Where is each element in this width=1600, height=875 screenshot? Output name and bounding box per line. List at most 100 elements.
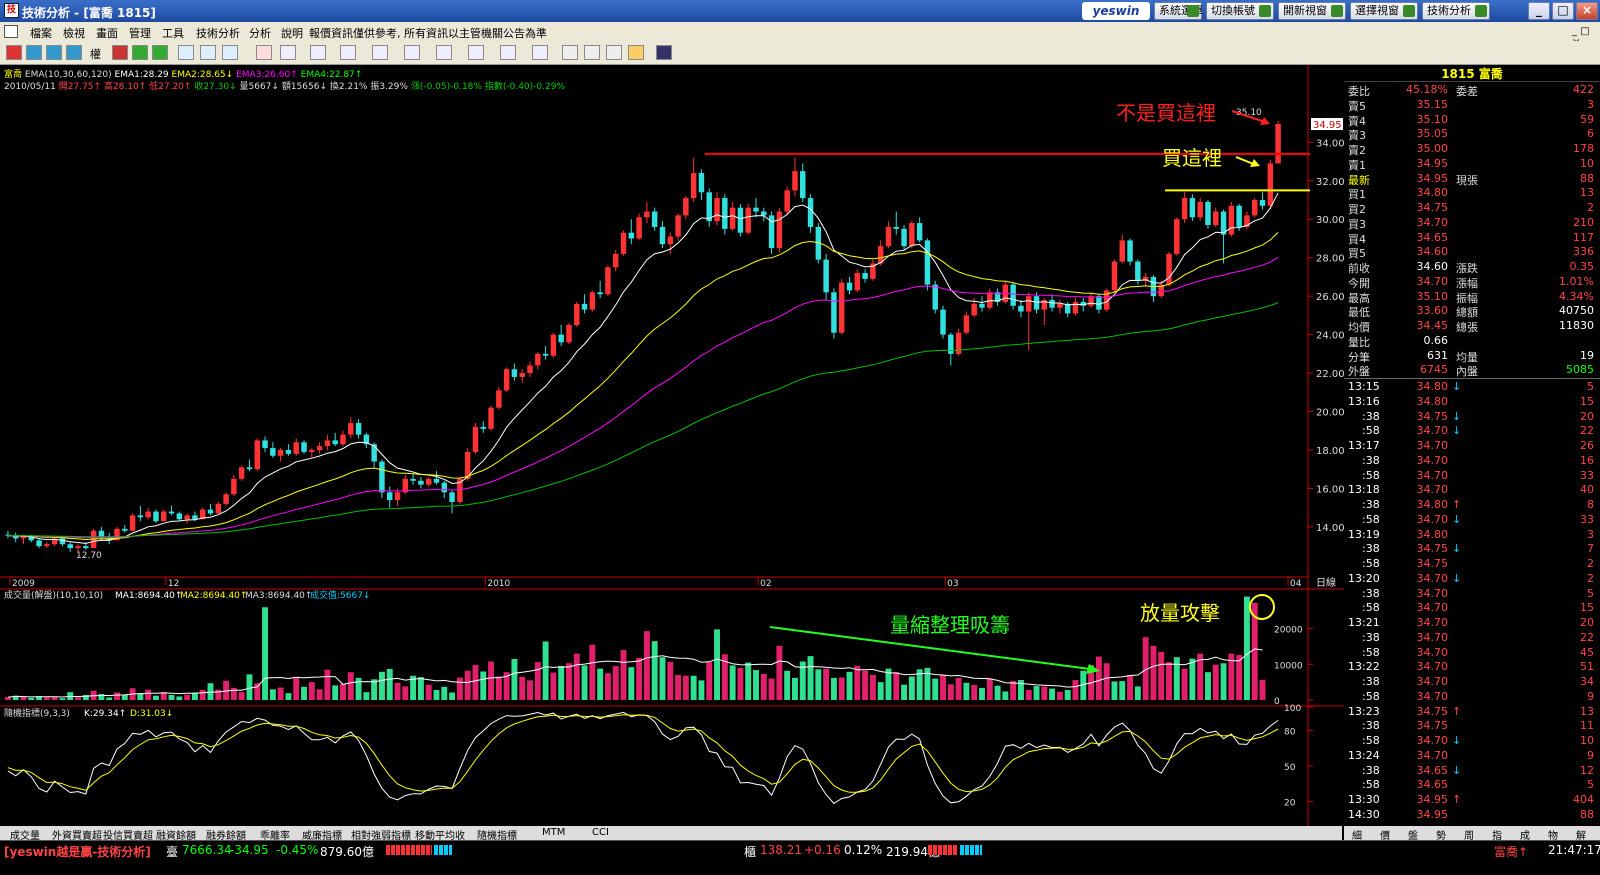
tick-price: 34.70 [1416,453,1449,467]
tick-arrow: ↓ [1452,409,1462,423]
quote-label: 買3 [1348,217,1366,231]
zoom-in-icon[interactable] [46,45,62,60]
quote-label: 最新 [1348,173,1370,187]
otc-change: +0.16 [804,843,841,857]
quote-title: 1815 富喬 [1344,65,1600,82]
vline-icon[interactable] [340,45,356,60]
menu-help[interactable]: 說明 [281,25,303,41]
volume-bar [1033,686,1040,700]
tick-row: :58 34.70 45 [1344,646,1600,660]
status-symbol: 富喬↑ [1494,845,1529,859]
candle-body [784,190,790,212]
maximize-button[interactable]: □ [1552,2,1574,20]
menu-technical[interactable]: 技術分析 [196,25,240,41]
volume-bar [254,683,261,700]
trendline-icon[interactable] [280,45,296,60]
volume-bar [971,685,978,700]
save-icon[interactable] [656,45,672,60]
candle-body [44,544,50,547]
candle-body [168,511,175,514]
menu-manage[interactable]: 管理 [129,25,151,41]
tick-time: :58 [1362,601,1380,615]
menu-analysis[interactable]: 分析 [249,25,271,41]
price-tick-label: 24.00 [1316,331,1344,342]
volume-bar [98,693,105,700]
window3-icon[interactable] [222,45,238,60]
candle-body [893,226,899,229]
candle-body [667,236,674,245]
select-window-button[interactable]: 選擇視窗 [1350,2,1418,20]
tab-cci[interactable]: CCI [592,827,609,838]
candle-body [1197,201,1203,218]
candle-body [527,365,533,374]
volume-bar [184,694,191,700]
doc-icon [4,25,18,38]
volume-bar [207,683,214,700]
indicator-icon[interactable] [112,45,128,60]
volume-bar [597,668,604,700]
hline-icon[interactable] [310,45,326,60]
candle-body [223,494,229,504]
candle-body [1088,296,1094,306]
minimize-button[interactable]: _ [1528,2,1550,20]
window2-icon[interactable] [200,45,216,60]
window1-icon[interactable] [178,45,194,60]
candle-body [1181,198,1188,220]
menu-view[interactable]: 檢視 [63,25,85,41]
quote-value: 34.80 [1416,186,1449,200]
volume-bar [1212,664,1219,700]
copy-icon[interactable] [562,45,578,60]
draw-line-icon[interactable] [256,45,272,60]
app-icon: 技 [4,3,19,18]
menu-tools[interactable]: 工具 [162,25,184,41]
quote-row: 外盤 6745 內盤 5085 [1344,363,1600,378]
quote-value2: 5085 [1566,363,1594,377]
volume-bar [1041,686,1048,700]
channel-icon[interactable] [436,45,452,60]
volume-bar [566,663,572,700]
system-menu-button[interactable]: 系統選單 [1154,2,1203,20]
technical-chart[interactable]: 34.00 32.00 30.00 28.00 26.00 24.00 22.00 20.00… [0,65,1344,826]
candle-body [963,315,970,333]
text-icon[interactable] [532,45,548,60]
compare-icon[interactable] [132,45,148,60]
candle-body [1275,124,1281,164]
rights-dropdown[interactable]: 權 [90,46,101,62]
tab-mtm[interactable]: MTM [542,827,565,838]
candle-body [410,478,416,481]
fan-icon[interactable] [372,45,388,60]
candle-body [628,232,635,239]
tick-arrow: ↓ [1452,763,1462,777]
volume-bar [488,661,495,700]
tick-row: :38 34.80 ↑ 8 [1344,498,1600,512]
palette-icon[interactable] [628,45,644,60]
kd-tick-label: 80 [1284,728,1296,738]
fib-icon[interactable] [404,45,420,60]
delete-icon[interactable] [606,45,622,60]
menu-screen[interactable]: 畫面 [96,25,118,41]
ellipse-icon[interactable] [500,45,516,60]
quote-value2: 88 [1580,171,1594,185]
close-button[interactable]: × [1576,2,1598,20]
switch-account-button[interactable]: 切換帳號 [1206,2,1274,20]
eraser-icon[interactable] [584,45,600,60]
crosshair-icon[interactable] [26,45,42,60]
chart-type-icon[interactable] [6,45,22,60]
volume-bar [285,693,292,700]
grid-icon[interactable] [152,45,168,60]
tick-time: :38 [1362,542,1380,556]
volume-bar [137,693,144,700]
technical-analysis-button[interactable]: 技術分析 [1422,2,1490,20]
rect-icon[interactable] [468,45,484,60]
tick-price: 34.70 [1416,645,1449,659]
new-window-button[interactable]: 開新視窗 [1278,2,1346,20]
menu-file[interactable]: 檔案 [30,25,52,41]
tick-price: 34.70 [1416,748,1449,762]
volume-bar [862,670,869,700]
candle-body [776,211,783,249]
volume-bar [994,685,1001,700]
tick-time: 13:20 [1348,571,1380,585]
zoom-out-icon[interactable] [66,45,82,60]
candle-body [1189,198,1196,218]
tick-arrow: ↓ [1452,512,1462,526]
